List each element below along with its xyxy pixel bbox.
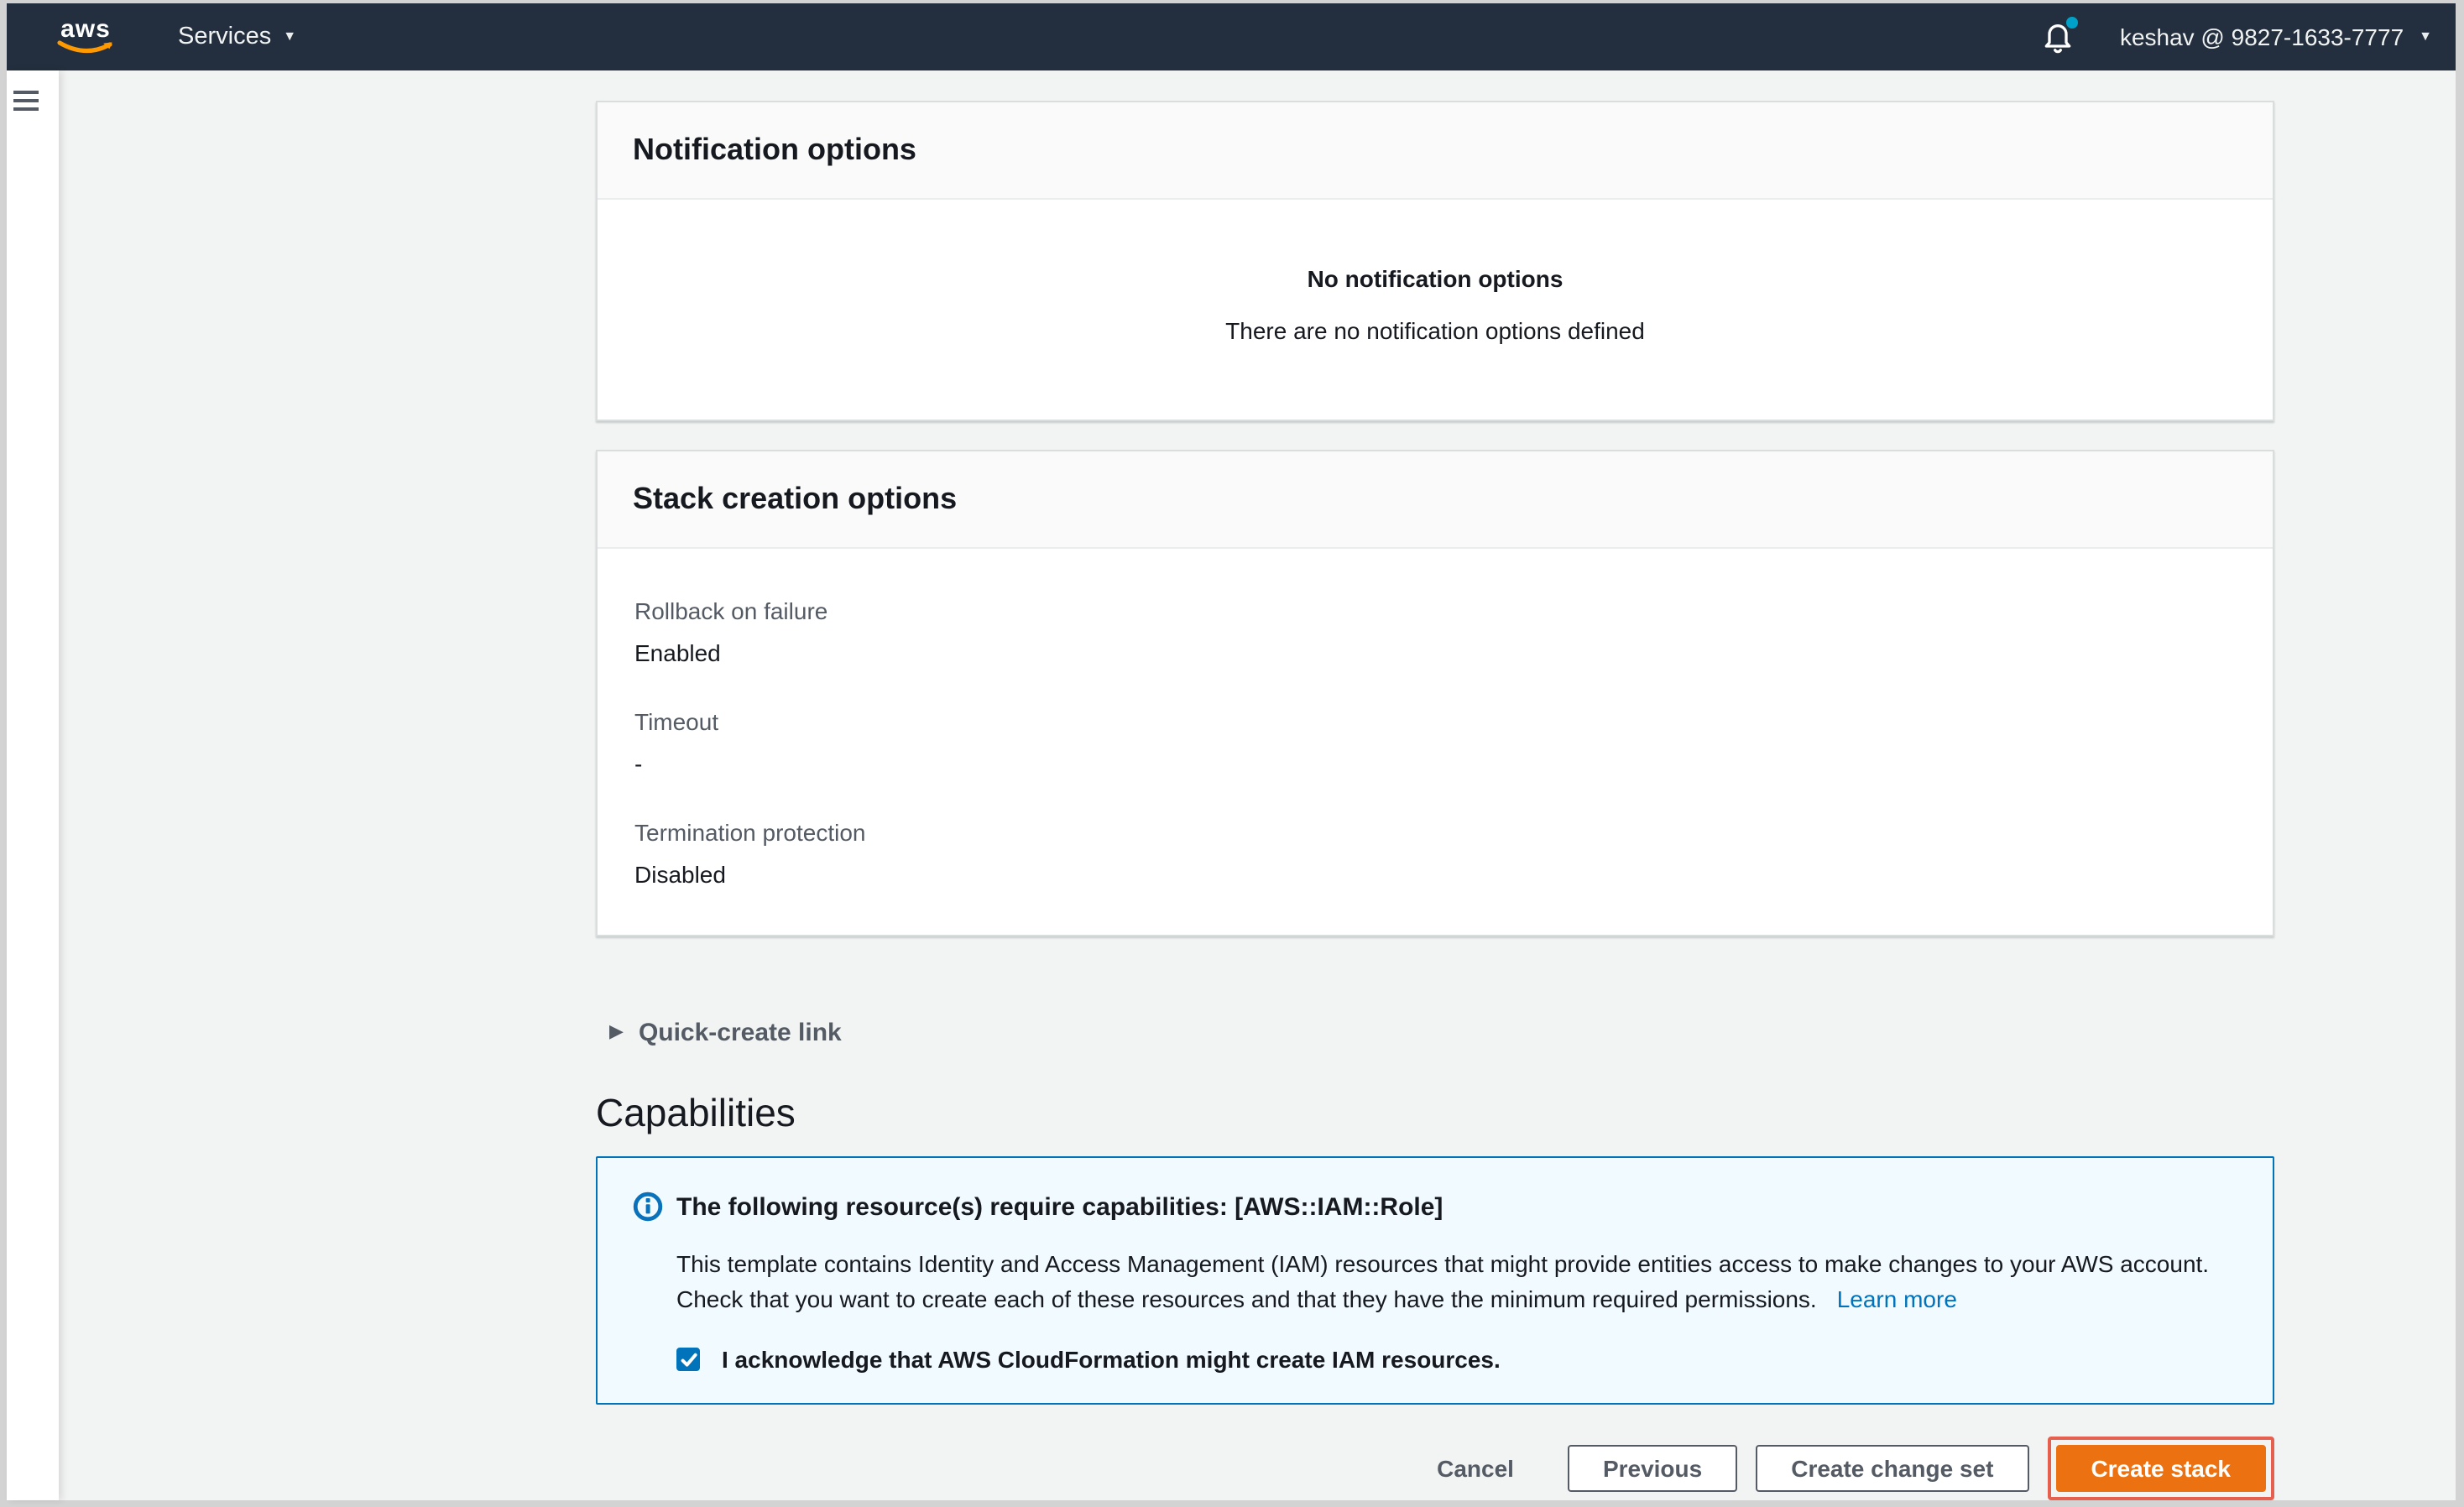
stack-creation-options-panel: Stack creation options Rollback on failu… — [596, 450, 2274, 936]
capabilities-description: This template contains Identity and Acce… — [676, 1247, 2239, 1316]
field-value: - — [634, 747, 2239, 780]
stack-creation-options-title: Stack creation options — [633, 482, 957, 517]
acknowledge-checkbox[interactable] — [676, 1348, 700, 1371]
info-title-row: The following resource(s) require capabi… — [633, 1193, 2239, 1223]
previous-button[interactable]: Previous — [1568, 1445, 1737, 1492]
stack-creation-options-body: Rollback on failure Enabled Timeout - Te… — [598, 549, 2273, 935]
info-icon — [633, 1192, 663, 1222]
field-label: Timeout — [634, 705, 2239, 738]
page-body: Notification options No notification opt… — [7, 70, 2456, 1500]
chevron-down-icon: ▼ — [2419, 30, 2432, 44]
field-value: Enabled — [634, 636, 2239, 670]
account-menu-label: keshav @ 9827-1633-7777 — [2120, 23, 2404, 50]
field-rollback-on-failure: Rollback on failure Enabled — [634, 594, 2239, 670]
aws-logo[interactable]: aws — [55, 18, 116, 55]
capabilities-info-box: The following resource(s) require capabi… — [596, 1156, 2274, 1405]
capabilities-description-line1: This template contains Identity and Acce… — [676, 1247, 2239, 1281]
notification-options-header: Notification options — [598, 102, 2273, 200]
field-termination-protection: Termination protection Disabled — [634, 816, 2239, 891]
notification-options-body: No notification options There are no not… — [598, 200, 2273, 420]
aws-smile-icon — [57, 40, 114, 55]
create-stack-button[interactable]: Create stack — [2055, 1445, 2266, 1492]
acknowledge-row: I acknowledge that AWS CloudFormation mi… — [676, 1346, 2239, 1373]
window-frame: aws Services ▼ — [0, 0, 2464, 1507]
field-label: Rollback on failure — [634, 594, 2239, 628]
hamburger-menu-icon[interactable] — [13, 91, 39, 112]
no-notification-options-subtitle: There are no notification options define… — [598, 314, 2273, 347]
checkbox-check-icon — [679, 1350, 697, 1369]
notification-badge — [2066, 17, 2078, 29]
capabilities-heading: Capabilities — [596, 1087, 2456, 1138]
quick-create-link-expander[interactable]: ▶ Quick-create link — [609, 1014, 842, 1051]
create-change-set-button[interactable]: Create change set — [1756, 1445, 2028, 1492]
create-stack-highlight-annotation: Create stack — [2047, 1437, 2274, 1500]
notifications-button[interactable] — [2041, 20, 2075, 54]
services-menu-label: Services — [178, 23, 271, 50]
no-notification-options-title: No notification options — [598, 262, 2273, 295]
top-navigation-bar: aws Services ▼ — [7, 3, 2456, 70]
capabilities-info-title: The following resource(s) require capabi… — [676, 1193, 1443, 1223]
aws-console-window: aws Services ▼ — [7, 3, 2456, 1500]
learn-more-link[interactable]: Learn more — [1837, 1285, 1957, 1311]
acknowledge-label: I acknowledge that AWS CloudFormation mi… — [722, 1346, 1501, 1373]
notification-options-title: Notification options — [633, 133, 916, 168]
notification-options-panel: Notification options No notification opt… — [596, 101, 2274, 421]
field-label: Termination protection — [634, 816, 2239, 849]
disclosure-triangle-icon: ▶ — [609, 1023, 624, 1041]
collapsed-sidebar — [7, 70, 59, 1500]
capabilities-description-line2-text: Check that you want to create each of th… — [676, 1285, 1817, 1311]
topbar-right-group: keshav @ 9827-1633-7777 ▼ — [2041, 20, 2432, 54]
screen: aws Services ▼ — [0, 0, 2464, 1507]
aws-logo-text: aws — [60, 18, 111, 40]
chevron-down-icon: ▼ — [283, 30, 296, 44]
stack-creation-options-header: Stack creation options — [598, 451, 2273, 549]
cancel-button[interactable]: Cancel — [1437, 1445, 1514, 1492]
main-content: Notification options No notification opt… — [59, 70, 2456, 1500]
account-menu[interactable]: keshav @ 9827-1633-7777 ▼ — [2120, 23, 2432, 50]
field-timeout: Timeout - — [634, 705, 2239, 780]
services-menu[interactable]: Services ▼ — [178, 23, 296, 50]
form-actions: Cancel Previous Create change set Create… — [596, 1437, 2274, 1500]
field-value: Disabled — [634, 858, 2239, 891]
capabilities-description-line2: Check that you want to create each of th… — [676, 1281, 2239, 1316]
quick-create-link-label: Quick-create link — [639, 1018, 842, 1046]
